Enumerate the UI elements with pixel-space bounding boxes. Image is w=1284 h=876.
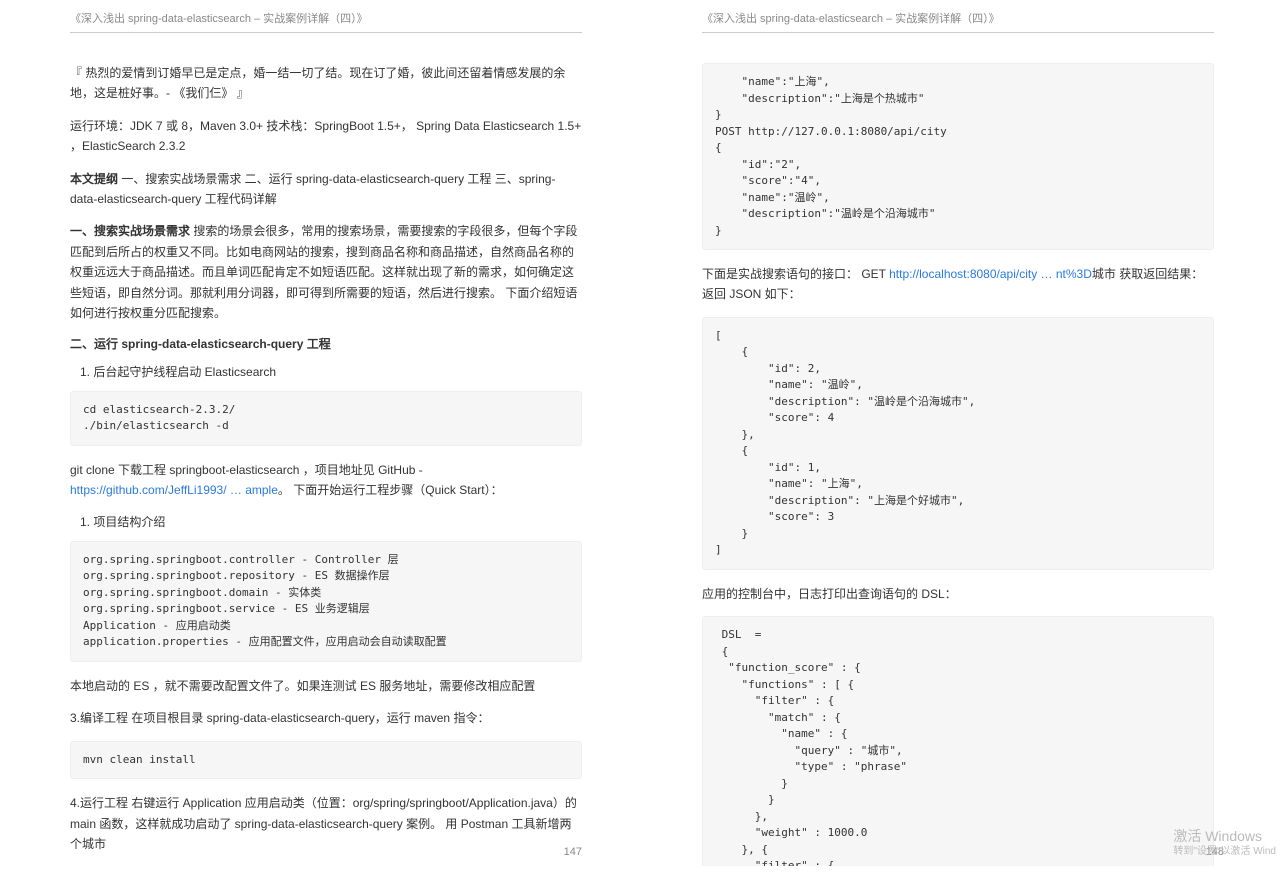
page-number: 147 [564, 846, 582, 858]
p-local-es: 本地启动的 ES ，就不需要改配置文件了。如果连测试 ES 服务地址，需要修改相… [70, 676, 582, 696]
page-number: 148 [1206, 846, 1224, 858]
sec1-label: 一、搜索实战场景需求 [70, 224, 190, 238]
step-1: 1. 后台起守护线程启动 Elasticsearch [80, 362, 582, 382]
p-compile: 3.编译工程 在项目根目录 spring-data-elasticsearch-… [70, 708, 582, 728]
section-2-title: 二、运行 spring-data-elasticsearch-query 工程 [70, 335, 582, 352]
section-1: 一、搜索实战场景需求 搜索的场景会很多，常用的搜索场景，需要搜索的字段很多，但每… [70, 221, 582, 323]
page-header: 《深入浅出 spring-data-elasticsearch – 实战案例详解… [702, 10, 1214, 33]
outline-rest: 一、搜索实战场景需求 二、运行 spring-data-elasticsearc… [70, 172, 555, 206]
code-block-mvn: mvn clean install [70, 741, 582, 780]
page-body: "name":"上海", "description":"上海是个热城市" } P… [702, 63, 1214, 866]
api-link[interactable]: http://localhost:8080/api/city … nt%3D [889, 267, 1092, 281]
code-block-start-es: cd elasticsearch-2.3.2/ ./bin/elasticsea… [70, 391, 582, 446]
github-link[interactable]: https://github.com/JeffLi1993/ … ample [70, 483, 278, 497]
gitclone-b: 。 下面开始运行工程步骤（Quick Start）： [278, 483, 503, 497]
outline-label: 本文提纲 [70, 172, 118, 186]
p-api-a: 下面是实战搜索语句的接口： GET [702, 267, 889, 281]
gitclone-para: git clone 下载工程 springboot-elasticsearch … [70, 460, 582, 501]
page-left: 《深入浅出 spring-data-elasticsearch – 实战案例详解… [0, 0, 642, 876]
page-header: 《深入浅出 spring-data-elasticsearch – 实战案例详解… [70, 10, 582, 33]
page-right: 《深入浅出 spring-data-elasticsearch – 实战案例详解… [642, 0, 1284, 876]
step-structure: 1. 项目结构介绍 [80, 512, 582, 532]
epigraph: 『 热烈的爱情到订婚早已是定点，婚一结一切了结。现在订了婚，彼此间还留着情感发展… [70, 63, 582, 104]
p-dsl-intro: 应用的控制台中，日志打印出查询语句的 DSL： [702, 584, 1214, 604]
sec1-rest: 搜索的场景会很多，常用的搜索场景，需要搜索的字段很多，但每个字段匹配到后所占的权… [70, 224, 577, 320]
page-body: 『 热烈的爱情到订婚早已是定点，婚一结一切了结。现在订了婚，彼此间还留着情感发展… [70, 63, 582, 866]
code-block-structure: org.spring.springboot.controller - Contr… [70, 541, 582, 662]
p-search-api: 下面是实战搜索语句的接口： GET http://localhost:8080/… [702, 264, 1214, 305]
code-block-post-city-cont: "name":"上海", "description":"上海是个热城市" } P… [702, 63, 1214, 250]
gitclone-a: git clone 下载工程 springboot-elasticsearch … [70, 463, 423, 477]
env-line: 运行环境：JDK 7 或 8，Maven 3.0+ 技术栈：SpringBoot… [70, 116, 582, 157]
p-run: 4.运行工程 右键运行 Application 应用启动类（位置：org/spr… [70, 793, 582, 854]
code-block-dsl: DSL = { "function_score" : { "functions"… [702, 616, 1214, 866]
outline: 本文提纲 一、搜索实战场景需求 二、运行 spring-data-elastic… [70, 169, 582, 210]
code-block-response-json: [ { "id": 2, "name": "温岭", "description"… [702, 317, 1214, 570]
